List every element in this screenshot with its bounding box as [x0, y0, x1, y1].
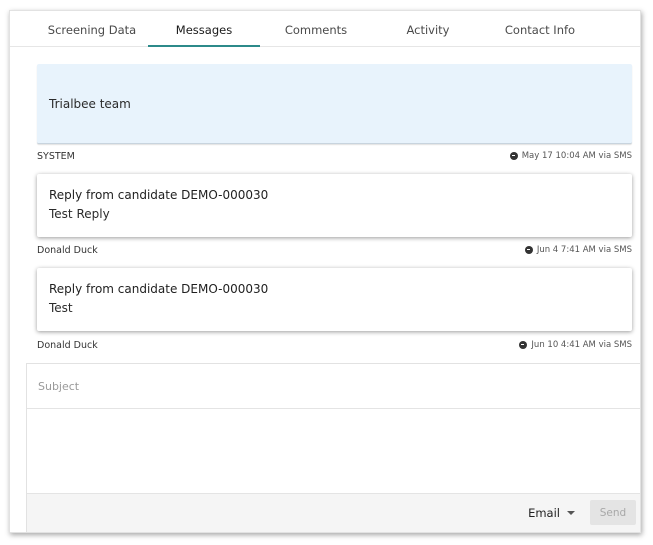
send-button[interactable]: Send — [590, 500, 636, 525]
tab-activity[interactable]: Activity — [372, 11, 484, 47]
message-timestamp: May 17 10:04 AM via SMS — [521, 151, 632, 161]
incoming-message-icon — [509, 152, 518, 160]
tab-contact-info[interactable]: Contact Info — [484, 11, 596, 47]
message-body: Trialbee team — [49, 96, 131, 111]
message-card-system: Trialbee team — [37, 64, 632, 144]
caret-down-icon — [567, 511, 575, 515]
message-body: Test Reply — [49, 207, 110, 221]
tab-messages[interactable]: Messages — [148, 11, 260, 47]
message-timestamp-group: May 17 10:04 AM via SMS — [509, 151, 632, 161]
tab-bar: Screening Data Messages Comments Activit… — [10, 11, 640, 47]
message-timestamp: Jun 10 4:41 AM via SMS — [531, 340, 632, 350]
message-timestamp-group: Jun 4 7:41 AM via SMS — [524, 245, 632, 255]
message-body-input[interactable] — [27, 409, 640, 493]
message-author: Donald Duck — [37, 245, 98, 256]
tab-screening-data[interactable]: Screening Data — [36, 11, 148, 47]
message-author: SYSTEM — [37, 151, 75, 162]
message-body: Test — [49, 301, 73, 315]
message-title: Reply from candidate DEMO-000030 — [49, 188, 269, 202]
message-meta: Donald Duck Jun 10 4:41 AM via SMS — [37, 340, 632, 354]
message-author: Donald Duck — [37, 340, 98, 351]
channel-select[interactable]: Email — [528, 506, 575, 520]
incoming-message-icon — [519, 341, 528, 349]
message-title: Reply from candidate DEMO-000030 — [49, 282, 269, 296]
compose-footer: Email Send — [27, 493, 640, 532]
subject-input[interactable] — [27, 364, 640, 409]
incoming-message-icon — [524, 246, 533, 254]
message-timestamp-group: Jun 10 4:41 AM via SMS — [519, 340, 632, 350]
message-meta: SYSTEM May 17 10:04 AM via SMS — [37, 151, 632, 165]
message-meta: Donald Duck Jun 4 7:41 AM via SMS — [37, 245, 632, 259]
tab-comments[interactable]: Comments — [260, 11, 372, 47]
channel-select-value: Email — [528, 506, 560, 520]
compose-area: Email Send — [26, 363, 640, 532]
messages-panel: Screening Data Messages Comments Activit… — [9, 10, 641, 533]
message-timestamp: Jun 4 7:41 AM via SMS — [536, 245, 632, 255]
message-card: Reply from candidate DEMO-000030 Test — [37, 268, 632, 331]
message-card: Reply from candidate DEMO-000030 Test Re… — [37, 174, 632, 237]
